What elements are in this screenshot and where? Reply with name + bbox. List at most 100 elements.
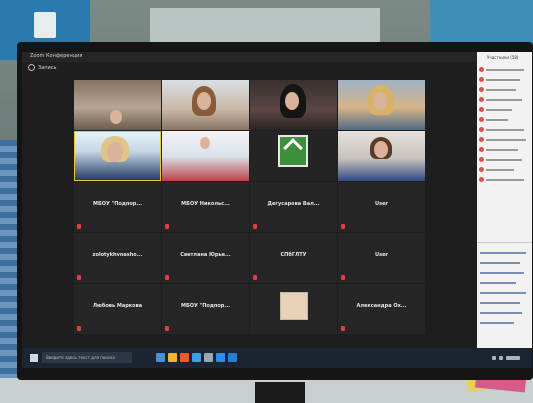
participant-tile[interactable]: User xyxy=(338,233,425,283)
participant-name: Светлана Юрье... xyxy=(180,252,231,258)
participant-tile[interactable] xyxy=(162,131,249,181)
clock-icon[interactable] xyxy=(506,356,520,360)
participant-name: МБОУ Никольс... xyxy=(181,201,230,207)
participant-name: МБОУ "Подпор... xyxy=(180,303,231,309)
participant-face xyxy=(107,142,123,162)
participant-row-text xyxy=(486,69,524,71)
muted-mic-icon xyxy=(341,326,345,331)
avatar xyxy=(479,77,484,82)
participant-tile[interactable]: СПбГЛТУ xyxy=(250,233,337,283)
participant-tile[interactable] xyxy=(338,131,425,181)
avatar xyxy=(479,67,484,72)
participant-name: User xyxy=(375,252,388,258)
meeting-toolbar: Запись xyxy=(22,62,477,74)
participant-row[interactable] xyxy=(479,156,531,164)
chat-message xyxy=(480,252,526,254)
chat-divider xyxy=(477,242,532,243)
avatar xyxy=(479,177,484,182)
taskbar-search-box[interactable]: Введите здесь текст для поиска xyxy=(42,352,132,363)
participant-name: Дегусарова Вал... xyxy=(267,201,320,207)
participant-tile[interactable]: Александра Ох... xyxy=(338,284,425,334)
zoom-icon[interactable] xyxy=(216,353,225,362)
participant-face xyxy=(374,141,388,158)
app-icon[interactable] xyxy=(204,353,213,362)
participant-tile[interactable] xyxy=(338,80,425,130)
participant-row[interactable] xyxy=(479,126,531,134)
participant-tile[interactable]: Любовь Маркова xyxy=(74,284,161,334)
participant-tile[interactable]: User xyxy=(338,182,425,232)
avatar xyxy=(479,117,484,122)
participant-face xyxy=(200,137,210,149)
participant-row[interactable] xyxy=(479,86,531,94)
participants-panel: Участники (58) xyxy=(477,52,532,348)
participant-row[interactable] xyxy=(479,166,531,174)
chat-message xyxy=(480,262,520,264)
participant-tile[interactable] xyxy=(162,80,249,130)
participant-tile[interactable]: zolotykhvnasho... xyxy=(74,233,161,283)
participant-row-text xyxy=(486,119,508,121)
muted-mic-icon xyxy=(165,224,169,229)
gallery-view: МБОУ "Подпор... МБОУ Никольс... Дегусаро… xyxy=(74,80,425,336)
participant-name: zolotykhvnasho... xyxy=(92,252,143,258)
participant-row[interactable] xyxy=(479,146,531,154)
task-view-icon[interactable] xyxy=(156,353,165,362)
participant-name: Александра Ох... xyxy=(356,303,407,309)
participant-row[interactable] xyxy=(479,176,531,184)
file-explorer-icon[interactable] xyxy=(168,353,177,362)
participant-name: User xyxy=(375,201,388,207)
avatar xyxy=(479,137,484,142)
participant-tile[interactable]: МБОУ "Подпор... xyxy=(162,284,249,334)
monitor-screen: Zoom Конференция Запись МБОУ "Подпор... … xyxy=(22,52,532,368)
avatar xyxy=(479,107,484,112)
avatar xyxy=(479,147,484,152)
volume-icon[interactable] xyxy=(499,356,503,360)
participant-row[interactable] xyxy=(479,66,531,74)
chat-message xyxy=(480,292,526,294)
participant-tile[interactable] xyxy=(250,80,337,130)
avatar xyxy=(479,167,484,172)
participant-face xyxy=(197,92,211,110)
participant-tile[interactable] xyxy=(74,80,161,130)
participant-row[interactable] xyxy=(479,136,531,144)
light-switch xyxy=(34,12,56,38)
participant-tile[interactable] xyxy=(250,131,337,181)
muted-mic-icon xyxy=(77,275,81,280)
participant-tile[interactable] xyxy=(74,131,161,181)
participant-tile[interactable]: Светлана Юрье... xyxy=(162,233,249,283)
app-icon[interactable] xyxy=(180,353,189,362)
browser-icon[interactable] xyxy=(192,353,201,362)
muted-mic-icon xyxy=(77,224,81,229)
wall-light-panel xyxy=(150,8,380,44)
participant-row-text xyxy=(486,79,520,81)
participant-tile[interactable]: Дегусарова Вал... xyxy=(250,182,337,232)
participant-row-text xyxy=(486,149,518,151)
muted-mic-icon xyxy=(253,275,257,280)
avatar xyxy=(479,157,484,162)
participant-photo xyxy=(280,292,308,320)
participant-row[interactable] xyxy=(479,96,531,104)
participant-row[interactable] xyxy=(479,106,531,114)
muted-mic-icon xyxy=(341,275,345,280)
muted-mic-icon xyxy=(165,326,169,331)
participant-tile[interactable] xyxy=(250,284,337,334)
record-icon[interactable] xyxy=(28,64,35,71)
network-icon[interactable] xyxy=(492,356,496,360)
windows-start-icon[interactable] xyxy=(30,354,38,362)
participant-name: МБОУ "Подпор... xyxy=(92,201,143,207)
participant-row[interactable] xyxy=(479,76,531,84)
window-titlebar: Zoom Конференция xyxy=(22,52,477,62)
participant-tile[interactable]: МБОУ "Подпор... xyxy=(74,182,161,232)
participant-tile[interactable]: МБОУ Никольс... xyxy=(162,182,249,232)
windows-taskbar: Введите здесь текст для поиска xyxy=(22,348,532,368)
participant-face xyxy=(373,92,387,110)
participant-row-text xyxy=(486,129,524,131)
muted-mic-icon xyxy=(165,275,169,280)
chat-message xyxy=(480,322,514,324)
participant-row[interactable] xyxy=(479,116,531,124)
participant-name: СПбГЛТУ xyxy=(280,252,307,258)
word-icon[interactable] xyxy=(228,353,237,362)
participant-row-text xyxy=(486,89,516,91)
participant-row-text xyxy=(486,109,512,111)
toolbar-label[interactable]: Запись xyxy=(38,65,56,71)
participant-face xyxy=(110,110,122,124)
